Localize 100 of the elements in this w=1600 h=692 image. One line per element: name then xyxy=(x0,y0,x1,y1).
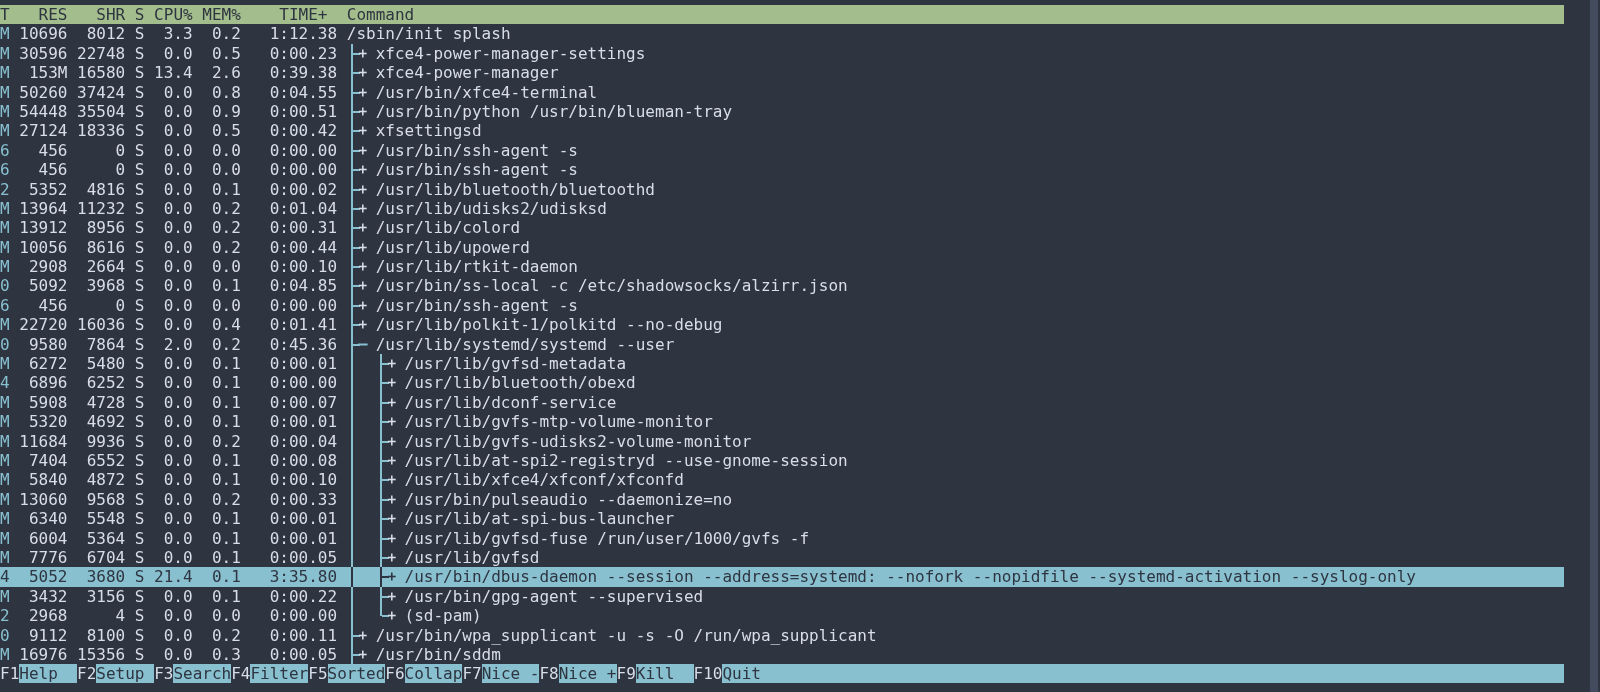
column-header[interactable]: T xyxy=(0,5,10,25)
plus-icon[interactable] xyxy=(358,105,368,117)
table-cell-text: 0:00.00 xyxy=(268,160,338,180)
process-row[interactable]: M 13964 11232 S 0.0 0.2 0:01.04 /usr/lib/udisks2/udisksd xyxy=(0,198,1564,219)
table-cell-text: 0.8 xyxy=(210,82,241,102)
plus-icon[interactable] xyxy=(387,377,397,389)
function-key-button[interactable]: F5Sorted xyxy=(308,664,386,684)
plus-icon[interactable] xyxy=(387,571,397,583)
table-cell-text: 5840 xyxy=(27,470,68,490)
process-row[interactable]: 4 5052 3680 S 21.4 0.1 3:35.80 /usr/bin/dbus-daemon --session --address=systemd: --nofork --nopidfile --systemd-activation --syslog-only xyxy=(0,567,1564,587)
plus-icon[interactable] xyxy=(387,513,397,525)
column-header[interactable]: MEM% xyxy=(192,5,241,25)
process-row[interactable]: 2 5352 4816 S 0.0 0.1 0:00.02 /usr/lib/bluetooth/bluetoothd xyxy=(0,179,1564,199)
process-row[interactable]: M 153M 16580 S 13.4 2.6 0:39.38 xfce4-power-manager xyxy=(0,63,1564,83)
plus-icon[interactable] xyxy=(387,358,397,370)
plus-icon[interactable] xyxy=(387,455,397,466)
tree-connector xyxy=(379,470,390,490)
plus-icon[interactable] xyxy=(387,396,397,408)
plus-icon[interactable] xyxy=(358,125,368,137)
process-row[interactable]: 0 5092 3968 S 0.0 0.1 0:04.85 /usr/bin/ss-local -c /etc/shadowsocks/alzirr.json xyxy=(0,276,1564,296)
function-key-button[interactable]: F3Search xyxy=(154,664,232,684)
plus-icon[interactable] xyxy=(358,241,368,253)
function-key-button[interactable]: F1Help xyxy=(0,664,78,684)
column-header[interactable]: Command xyxy=(337,5,1564,25)
process-row[interactable]: M 10696 8012 S 3.3 0.2 1:12.38 /sbin/init splash xyxy=(0,24,1564,44)
process-row[interactable]: 6 456 0 S 0.0 0.0 0:00.00 /usr/bin/ssh-agent -s xyxy=(0,160,1564,180)
table-cell-text: 0:00.02 xyxy=(268,179,338,199)
process-row[interactable]: M 10056 8616 S 0.0 0.2 0:00.44 /usr/lib/upowerd xyxy=(0,237,1564,258)
process-row[interactable]: M 7404 6552 S 0.0 0.1 0:00.08 /usr/lib/at-spi2-registryd --use-gnome-session xyxy=(0,451,1564,471)
plus-icon[interactable] xyxy=(358,202,368,214)
table-cell-text: 0:00.42 xyxy=(268,121,338,141)
process-row[interactable]: M 3432 3156 S 0.0 0.1 0:00.22 /usr/bin/gpg-agent --supervised xyxy=(0,586,1564,607)
plus-icon[interactable] xyxy=(358,86,368,98)
table-cell-text: S xyxy=(133,198,145,219)
process-row[interactable]: M 6272 5480 S 0.0 0.1 0:00.01 /usr/lib/gvfsd-metadata xyxy=(0,354,1564,374)
scrollbar[interactable] xyxy=(1590,0,1598,692)
table-cell: 0 xyxy=(0,276,10,296)
process-row[interactable]: M 11684 9936 S 0.0 0.2 0:00.04 /usr/lib/gvfs-udisks2-volume-monitor xyxy=(0,431,1564,451)
plus-icon[interactable] xyxy=(387,590,397,602)
command-text: /usr/lib/at-spi-bus-launcher xyxy=(404,509,675,529)
command-text: /usr/lib/xfce4/xfconf/xfconfd xyxy=(404,470,684,490)
plus-icon[interactable] xyxy=(387,474,397,486)
plus-icon[interactable] xyxy=(358,629,368,641)
process-row[interactable]: 0 9112 8100 S 0.0 0.2 0:00.11 /usr/bin/wpa_supplicant -u -s -O /run/wpa_supplicant xyxy=(0,625,1564,645)
plus-icon[interactable] xyxy=(358,280,368,292)
plus-icon[interactable] xyxy=(387,435,397,447)
table-cell: M xyxy=(0,237,10,258)
plus-icon[interactable] xyxy=(358,648,368,660)
table-cell-text: 0.1 xyxy=(210,528,241,548)
process-row[interactable]: M 50260 37424 S 0.0 0.8 0:04.55 /usr/bin/xfce4-terminal xyxy=(0,82,1564,102)
process-row[interactable]: M 2908 2664 S 0.0 0.0 0:00.10 /usr/lib/rtkit-daemon xyxy=(0,257,1564,277)
function-key-button[interactable]: F9Kill xyxy=(616,664,694,684)
column-header[interactable]: SHR xyxy=(67,5,126,25)
function-key-button[interactable]: F8Nice + xyxy=(539,664,617,684)
process-row[interactable]: M 27124 18336 S 0.0 0.5 0:00.42 xfsettingsd xyxy=(0,121,1564,141)
plus-icon[interactable] xyxy=(358,299,368,311)
process-row[interactable]: M 6004 5364 S 0.0 0.1 0:00.01 /usr/lib/gvfsd-fuse /run/user/1000/gvfs -f xyxy=(0,528,1564,548)
process-row[interactable]: M 30596 22748 S 0.0 0.5 0:00.23 xfce4-power-manager-settings xyxy=(0,43,1564,64)
plus-icon[interactable] xyxy=(387,610,397,622)
process-row[interactable]: M 6340 5548 S 0.0 0.1 0:00.01 /usr/lib/at-spi-bus-launcher xyxy=(0,509,1564,529)
process-row[interactable]: M 13060 9568 S 0.0 0.2 0:00.33 /usr/bin/pulseaudio --daemonize=no xyxy=(0,489,1564,510)
process-row[interactable]: 2 2968 4 S 0.0 0.0 0:00.00 (sd-pam) xyxy=(0,606,1564,626)
plus-icon[interactable] xyxy=(387,493,397,505)
function-key-button[interactable]: F4Filter xyxy=(231,664,309,684)
process-row[interactable]: 6 456 0 S 0.0 0.0 0:00.00 /usr/bin/ssh-agent -s xyxy=(0,140,1564,161)
plus-icon[interactable] xyxy=(387,532,397,544)
plus-icon[interactable] xyxy=(387,416,397,428)
table-cell-text: 0:00.11 xyxy=(268,625,338,645)
plus-icon[interactable] xyxy=(358,47,368,59)
column-header[interactable]: TIME+ xyxy=(240,5,338,25)
function-key-button[interactable]: F2Setup xyxy=(77,664,155,684)
plus-icon[interactable] xyxy=(358,164,368,176)
process-row[interactable]: 0 9580 7864 S 2.0 0.2 0:45.36 /usr/lib/systemd/systemd --user xyxy=(0,334,1564,355)
column-header[interactable]: S xyxy=(125,5,145,25)
plus-icon[interactable] xyxy=(358,183,368,195)
table-cell-text: S xyxy=(133,237,145,258)
process-row[interactable]: 4 6896 6252 S 0.0 0.1 0:00.00 /usr/lib/bluetooth/obexd xyxy=(0,373,1564,393)
process-row[interactable]: M 5320 4692 S 0.0 0.1 0:00.01 /usr/lib/gvfs-mtp-volume-monitor xyxy=(0,412,1564,432)
plus-icon[interactable] xyxy=(358,319,368,331)
function-key-button[interactable]: F7Nice - xyxy=(462,664,540,684)
process-row[interactable]: M 5908 4728 S 0.0 0.1 0:00.07 /usr/lib/dconf-service xyxy=(0,392,1564,413)
table-cell-text: 5548 xyxy=(85,509,126,529)
function-key-button[interactable]: F10Quit xyxy=(693,664,781,684)
table-cell-text: 0.2 xyxy=(210,198,241,219)
plus-icon[interactable] xyxy=(358,222,368,234)
tree-connector xyxy=(379,412,390,432)
column-header[interactable]: RES xyxy=(9,5,68,25)
plus-icon[interactable] xyxy=(358,144,368,156)
process-row[interactable]: M 5840 4872 S 0.0 0.1 0:00.10 /usr/lib/xfce4/xfconf/xfconfd xyxy=(0,470,1564,490)
process-row[interactable]: M 13912 8956 S 0.0 0.2 0:00.31 /usr/lib/colord xyxy=(0,218,1564,238)
process-row[interactable]: M 22720 16036 S 0.0 0.4 0:01.41 /usr/lib/polkit-1/polkitd --no-debug xyxy=(0,315,1564,335)
function-key-button[interactable]: F6Collap xyxy=(385,664,463,684)
table-cell-text: 0.1 xyxy=(210,392,241,413)
process-row[interactable]: 6 456 0 S 0.0 0.0 0:00.00 /usr/bin/ssh-agent -s xyxy=(0,295,1564,316)
plus-icon[interactable] xyxy=(387,551,397,563)
table-cell-text: 0.0 xyxy=(162,470,193,490)
process-row[interactable]: M 54448 35504 S 0.0 0.9 0:00.51 /usr/bin/python /usr/bin/blueman-tray xyxy=(0,101,1564,122)
column-header[interactable]: CPU% xyxy=(144,5,193,25)
plus-icon[interactable] xyxy=(358,67,368,79)
plus-icon[interactable] xyxy=(358,261,368,273)
